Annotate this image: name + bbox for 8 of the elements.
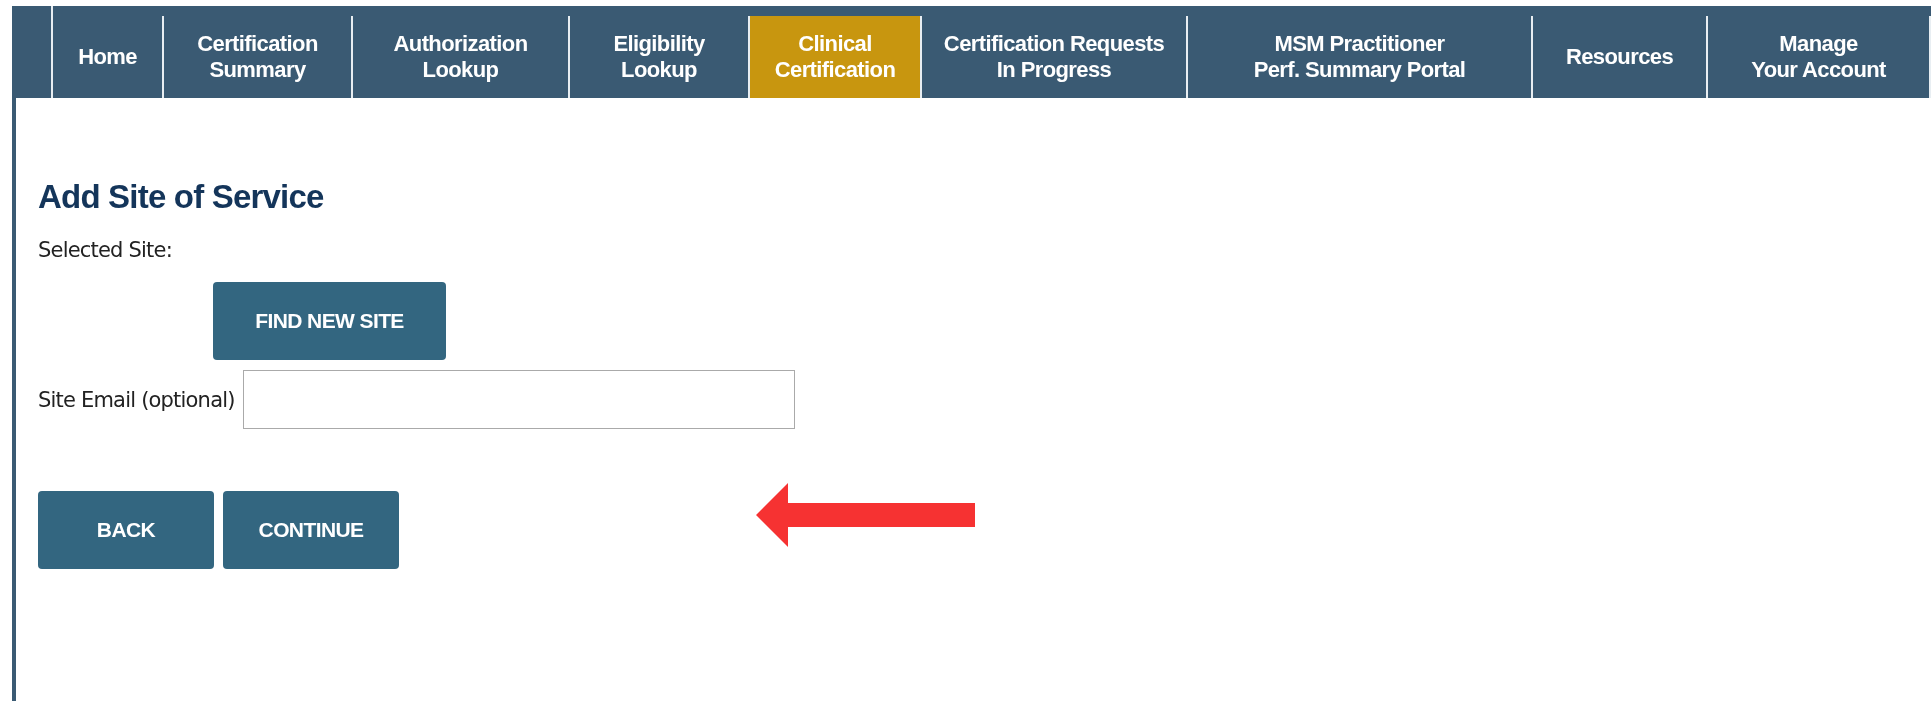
arrow-icon	[756, 483, 975, 547]
site-email-field[interactable]	[242, 370, 795, 429]
page-title: Add Site of Service	[38, 178, 325, 216]
back-button[interactable]: BACK	[38, 491, 214, 569]
site-email-label: Site Email (optional)	[38, 387, 235, 412]
continue-button[interactable]: CONTINUE	[223, 491, 399, 569]
find-new-site-button[interactable]: FIND NEW SITE	[213, 282, 446, 360]
selected-site-label: Selected Site:	[38, 238, 172, 262]
